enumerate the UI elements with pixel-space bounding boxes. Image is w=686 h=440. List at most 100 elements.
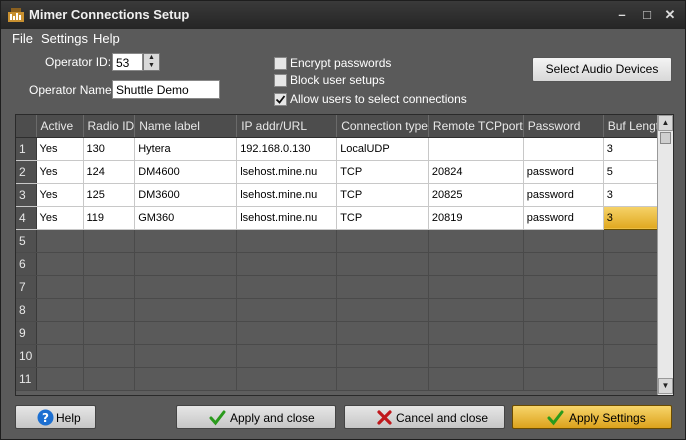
row-number[interactable]: 5 xyxy=(16,229,37,253)
header-connection-type[interactable]: Connection type xyxy=(336,115,429,138)
empty-row[interactable]: 5 xyxy=(16,229,672,253)
empty-row[interactable]: 6 xyxy=(16,252,672,276)
select-audio-devices-button[interactable]: Select Audio Devices xyxy=(532,57,672,82)
cross-icon xyxy=(377,410,392,425)
header-radio-id[interactable]: Radio ID xyxy=(83,115,136,138)
cell-name-label[interactable]: Hytera xyxy=(134,137,238,161)
cell-password[interactable] xyxy=(523,137,604,161)
title-bar[interactable]: Mimer Connections Setup – □ ✕ xyxy=(1,1,685,29)
help-button-label: Help xyxy=(56,411,81,425)
empty-row[interactable]: 8 xyxy=(16,298,672,322)
help-button[interactable]: ? Help xyxy=(15,405,96,429)
maximize-button[interactable]: □ xyxy=(638,6,656,24)
allow-select-connections-checkbox[interactable] xyxy=(274,93,287,106)
row-number[interactable]: 7 xyxy=(16,275,37,299)
row-number[interactable]: 10 xyxy=(16,344,37,368)
checkmark-icon xyxy=(209,410,226,426)
cell-ip-addr[interactable]: lsehost.mine.nu xyxy=(236,183,338,207)
minimize-button[interactable]: – xyxy=(613,6,631,24)
grid-vertical-scrollbar[interactable]: ▲ ▼ xyxy=(657,115,673,395)
table-row[interactable]: 3 Yes 125 DM3600 lsehost.mine.nu TCP 208… xyxy=(16,183,672,207)
cell-ip-addr[interactable]: lsehost.mine.nu xyxy=(236,160,338,184)
apply-settings-button[interactable]: Apply Settings xyxy=(512,405,672,429)
cell-remote-tcp-port[interactable] xyxy=(428,137,524,161)
cell-name-label[interactable]: DM4600 xyxy=(134,160,238,184)
cell-radio-id[interactable]: 125 xyxy=(83,183,136,207)
cell-connection-type[interactable]: TCP xyxy=(336,206,429,230)
empty-row[interactable]: 7 xyxy=(16,275,672,299)
scroll-thumb[interactable] xyxy=(660,132,671,144)
cell-active[interactable]: Yes xyxy=(36,137,84,161)
question-icon: ? xyxy=(37,409,54,426)
header-remote-tcp-port[interactable]: Remote TCPport xyxy=(428,115,524,138)
header-password[interactable]: Password xyxy=(523,115,604,138)
checkmark-icon xyxy=(275,95,286,104)
connections-setup-window: Mimer Connections Setup – □ ✕ File Setti… xyxy=(0,0,686,440)
apply-settings-label: Apply Settings xyxy=(569,411,646,425)
encrypt-passwords-checkbox[interactable] xyxy=(274,57,287,70)
cell-ip-addr[interactable]: 192.168.0.130 xyxy=(236,137,338,161)
header-name-label[interactable]: Name label xyxy=(134,115,238,138)
header-ip-addr[interactable]: IP addr/URL xyxy=(236,115,338,138)
header-corner xyxy=(16,115,37,138)
cell-remote-tcp-port[interactable]: 20825 xyxy=(428,183,524,207)
block-user-setups-checkbox[interactable] xyxy=(274,74,287,87)
allow-select-connections-label: Allow users to select connections xyxy=(290,92,467,106)
empty-row[interactable]: 11 xyxy=(16,367,672,391)
operator-id-stepper[interactable]: ▲ ▼ xyxy=(143,53,160,71)
cell-connection-type[interactable]: LocalUDP xyxy=(336,137,429,161)
scroll-down-icon[interactable]: ▼ xyxy=(658,378,673,394)
empty-row[interactable]: 9 xyxy=(16,321,672,345)
table-row[interactable]: 1 Yes 130 Hytera 192.168.0.130 LocalUDP … xyxy=(16,137,672,161)
cell-ip-addr[interactable]: lsehost.mine.nu xyxy=(236,206,338,230)
spin-down-icon[interactable]: ▼ xyxy=(144,62,159,70)
cell-name-label[interactable]: GM360 xyxy=(134,206,238,230)
cell-active[interactable]: Yes xyxy=(36,183,84,207)
row-number[interactable]: 2 xyxy=(16,160,37,184)
menu-bar: File Settings Help xyxy=(1,29,685,49)
cell-radio-id[interactable]: 119 xyxy=(83,206,136,230)
checkmark-icon xyxy=(547,410,564,426)
cancel-and-close-label: Cancel and close xyxy=(396,411,489,425)
menu-file[interactable]: File xyxy=(12,31,33,46)
cell-connection-type[interactable]: TCP xyxy=(336,160,429,184)
menu-help[interactable]: Help xyxy=(93,31,120,46)
close-button[interactable]: ✕ xyxy=(661,6,679,24)
menu-settings[interactable]: Settings xyxy=(41,31,88,46)
operator-name-input[interactable]: Shuttle Demo xyxy=(112,80,220,99)
cell-remote-tcp-port[interactable]: 20824 xyxy=(428,160,524,184)
encrypt-passwords-label: Encrypt passwords xyxy=(290,56,392,70)
cell-active[interactable]: Yes xyxy=(36,160,84,184)
row-number[interactable]: 4 xyxy=(16,206,37,230)
operator-id-label: Operator ID: xyxy=(45,55,112,69)
table-row[interactable]: 2 Yes 124 DM4600 lsehost.mine.nu TCP 208… xyxy=(16,160,672,184)
connections-table: Active Radio ID Name label IP addr/URL C… xyxy=(16,115,672,391)
apply-and-close-button[interactable]: Apply and close xyxy=(176,405,336,429)
row-number[interactable]: 6 xyxy=(16,252,37,276)
scroll-up-icon[interactable]: ▲ xyxy=(658,115,673,131)
cell-password[interactable]: password xyxy=(523,183,604,207)
row-number[interactable]: 1 xyxy=(16,137,37,161)
block-user-setups-label: Block user setups xyxy=(290,73,385,87)
cell-password[interactable]: password xyxy=(523,160,604,184)
empty-row[interactable]: 10 xyxy=(16,344,672,368)
operator-id-input[interactable]: 53 xyxy=(112,53,143,71)
cell-connection-type[interactable]: TCP xyxy=(336,183,429,207)
row-number[interactable]: 9 xyxy=(16,321,37,345)
header-active[interactable]: Active xyxy=(36,115,84,138)
row-number[interactable]: 3 xyxy=(16,183,37,207)
table-row[interactable]: 4 Yes 119 GM360 lsehost.mine.nu TCP 2081… xyxy=(16,205,672,230)
apply-and-close-label: Apply and close xyxy=(230,411,315,425)
cell-radio-id[interactable]: 130 xyxy=(83,137,136,161)
row-number[interactable]: 11 xyxy=(16,367,37,391)
spin-up-icon[interactable]: ▲ xyxy=(144,54,159,62)
cell-active[interactable]: Yes xyxy=(36,206,84,230)
row-number[interactable]: 8 xyxy=(16,298,37,322)
cell-radio-id[interactable]: 124 xyxy=(83,160,136,184)
cell-remote-tcp-port[interactable]: 20819 xyxy=(428,206,524,230)
cell-name-label[interactable]: DM3600 xyxy=(134,183,238,207)
app-icon xyxy=(8,8,24,22)
cancel-and-close-button[interactable]: Cancel and close xyxy=(344,405,505,429)
connections-grid[interactable]: Active Radio ID Name label IP addr/URL C… xyxy=(15,114,674,396)
cell-password[interactable]: password xyxy=(523,206,604,230)
